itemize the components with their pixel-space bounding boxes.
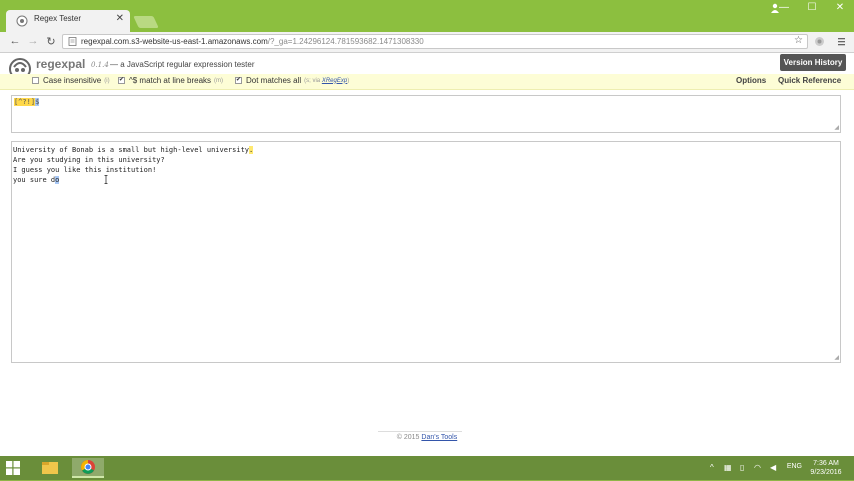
dot-all-checkbox[interactable]: ✔ (235, 77, 242, 84)
reload-icon[interactable]: ↻ (44, 35, 58, 48)
case-insensitive-checkbox[interactable] (32, 77, 39, 84)
flag-label: Case insensitive (43, 76, 102, 85)
tab-close-icon[interactable]: ✕ (116, 13, 124, 24)
regex-input[interactable]: [^?!]$ ◢ (11, 95, 841, 133)
window-controls: — ☐ ✕ (770, 0, 854, 18)
resize-grip-icon[interactable]: ◢ (834, 124, 839, 131)
chrome-icon (81, 460, 95, 474)
bookmark-star-icon[interactable]: ☆ (794, 35, 803, 46)
back-icon[interactable]: ← (8, 35, 22, 47)
flag-hint-text: (s; via (304, 77, 321, 84)
chrome-taskbar-button[interactable] (72, 458, 104, 478)
browser-toolbar: ← → ↻ regexpal.com.s3-website-us-east-1.… (0, 32, 854, 53)
app-version: 0.1.4 (91, 61, 109, 69)
flag-multiline[interactable]: ✔ ^$ match at line breaks (m) (118, 76, 223, 85)
options-link[interactable]: Options (736, 76, 766, 85)
test-line-text: you sure d (13, 176, 56, 184)
close-window-icon[interactable]: ✕ (826, 0, 854, 18)
flag-case-insensitive[interactable]: Case insensitive (i) (32, 76, 110, 85)
flag-dot-all[interactable]: ✔ Dot matches all (s; via XRegExp) (235, 76, 349, 85)
flag-label: ^$ match at line breaks (129, 76, 212, 85)
new-tab-button[interactable] (133, 16, 159, 28)
flag-hint-end: ) (347, 77, 350, 84)
options-bar: Case insensitive (i) ✔ ^$ match at line … (0, 74, 854, 90)
network-icon[interactable]: ▦ (724, 463, 732, 472)
address-bar[interactable]: regexpal.com.s3-website-us-east-1.amazon… (62, 34, 808, 49)
title-bar: Regex Tester ✕ — ☐ ✕ (0, 0, 854, 32)
test-line: I guess you like this institution! (13, 166, 157, 174)
app-brand: regexpal (36, 57, 86, 71)
clock-time: 7:36 AM (813, 460, 839, 467)
flag-label: Dot matches all (246, 76, 302, 85)
flag-hint: (s; via XRegExp) (304, 78, 349, 84)
regex-char-class: [^?!] (14, 98, 36, 106)
footer-copyright: © 2015 (396, 434, 420, 441)
test-line: Are you studying in this university? (13, 156, 165, 164)
page-info-icon[interactable] (68, 37, 77, 46)
resize-grip-icon[interactable]: ◢ (834, 354, 839, 361)
footer-divider (378, 431, 462, 432)
test-line: University of Bonab is a small but high-… (13, 145, 254, 155)
browser-window: Regex Tester ✕ — ☐ ✕ ← → ↻ regexpal.com.… (0, 0, 854, 456)
quick-reference-link[interactable]: Quick Reference (778, 76, 841, 85)
regex-match: o (55, 176, 60, 184)
file-explorer-icon[interactable] (34, 458, 66, 478)
tab-title: Regex Tester (34, 14, 81, 23)
chrome-menu-icon[interactable] (836, 36, 847, 47)
multiline-checkbox[interactable]: ✔ (118, 77, 125, 84)
app-tagline: — a JavaScript regular expression tester (110, 60, 255, 69)
taskbar-clock[interactable]: 7:36 AM 9/23/2016 (806, 459, 846, 477)
extension-icon[interactable] (814, 36, 825, 47)
flag-hint: (m) (214, 77, 224, 84)
version-history-button[interactable]: Version History (780, 54, 846, 71)
xregexp-link[interactable]: XRegExp (322, 78, 347, 84)
language-indicator[interactable]: ENG (787, 463, 802, 470)
regex-match: . (249, 146, 254, 154)
show-hidden-icons-icon[interactable]: ^ (710, 463, 714, 472)
page-footer: © 2015 Dan's Tools (0, 434, 854, 441)
windows-start-icon[interactable] (6, 461, 20, 475)
text-cursor-icon (104, 175, 108, 184)
url-text: regexpal.com.s3-website-us-east-1.amazon… (81, 37, 424, 46)
browser-tab[interactable]: Regex Tester ✕ (6, 10, 130, 32)
flag-hint: (i) (104, 77, 110, 84)
url-host: regexpal.com.s3-website-us-east-1.amazon… (81, 37, 268, 46)
clock-date: 9/23/2016 (810, 469, 842, 476)
test-lines: University of Bonab is a small but high-… (13, 145, 254, 185)
url-path: /?_ga=1.24296124.781593682.1471308330 (267, 37, 424, 46)
test-line: you sure do (13, 175, 253, 185)
wifi-icon[interactable]: ◠ (754, 463, 761, 472)
maximize-icon[interactable]: ☐ (798, 0, 826, 18)
forward-icon[interactable]: → (26, 35, 40, 47)
regex-text: [^?!]$ (14, 98, 40, 106)
battery-icon[interactable]: ▯ (740, 463, 744, 472)
taskbar: ^ ▦ ▯ ◠ ◀ ENG 7:36 AM 9/23/2016 (0, 456, 854, 480)
test-line-text: University of Bonab is a small but high-… (13, 146, 250, 154)
regexpal-favicon-icon (16, 15, 28, 27)
volume-icon[interactable]: ◀ (770, 463, 776, 472)
dans-tools-link[interactable]: Dan's Tools (421, 434, 457, 441)
test-text-area[interactable]: University of Bonab is a small but high-… (11, 141, 841, 363)
regex-anchor: $ (35, 98, 40, 106)
minimize-icon[interactable]: — (770, 0, 798, 18)
